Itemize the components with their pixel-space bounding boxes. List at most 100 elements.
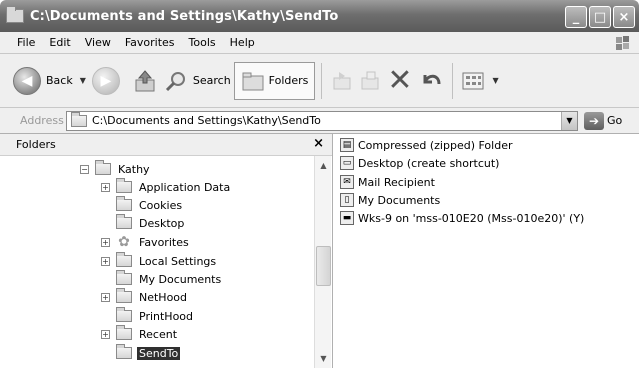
file-list: ▤ Compressed (zipped) Folder ▭ Desktop (… xyxy=(334,134,639,368)
back-button[interactable]: ◀ Back ▼ xyxy=(10,61,89,101)
tree-item-label: Favorites xyxy=(139,235,189,249)
move-to-icon xyxy=(333,71,351,89)
views-button[interactable]: ▼ xyxy=(459,61,502,101)
up-folder-button[interactable] xyxy=(129,61,161,101)
folders-icon xyxy=(242,72,264,90)
windows-logo-icon xyxy=(616,36,629,50)
menu-file[interactable]: File xyxy=(10,36,42,49)
expand-icon[interactable]: + xyxy=(101,329,110,339)
scroll-up-icon[interactable]: ▲ xyxy=(316,158,331,173)
minimize-button[interactable]: _ xyxy=(565,6,587,28)
move-to-button[interactable] xyxy=(328,61,356,101)
maximize-button[interactable]: □ xyxy=(589,6,611,28)
tree-item-desktop[interactable]: Desktop xyxy=(101,214,186,232)
collapse-icon[interactable]: − xyxy=(80,164,89,174)
copy-to-button[interactable] xyxy=(356,61,384,101)
folders-pane: Folders × − Kathy + Application Data Coo… xyxy=(0,134,333,368)
address-bar: Address C:\Documents and Settings\Kathy\… xyxy=(0,108,639,134)
tree-item-cookies[interactable]: Cookies xyxy=(101,196,184,214)
go-label: Go xyxy=(607,114,623,127)
tree-item-application-data[interactable]: + Application Data xyxy=(101,178,232,196)
file-label: Compressed (zipped) Folder xyxy=(358,138,513,152)
file-label: Desktop (create shortcut) xyxy=(358,156,500,170)
menu-edit[interactable]: Edit xyxy=(42,36,77,49)
folder-icon xyxy=(116,325,132,340)
toolbar-separator xyxy=(451,62,453,99)
expand-icon[interactable]: + xyxy=(101,256,110,266)
tree-item-label: Recent xyxy=(139,327,178,341)
go-button[interactable]: ➔ Go xyxy=(584,111,623,130)
tree-item-recent[interactable]: + Recent xyxy=(101,325,179,343)
expand-icon[interactable]: + xyxy=(101,292,110,302)
tree-item-kathy[interactable]: − Kathy xyxy=(80,160,152,178)
file-label: Mail Recipient xyxy=(358,175,435,189)
list-item[interactable]: ▯ My Documents xyxy=(340,191,440,209)
back-label: Back xyxy=(46,74,73,87)
file-label: Wks-9 on 'mss-010E20 (Mss-010e20)' (Y) xyxy=(358,211,585,225)
folders-label: Folders xyxy=(268,74,309,87)
folders-scrollbar[interactable]: ▲ ▼ xyxy=(314,156,331,368)
folder-icon xyxy=(116,307,132,322)
toolbar-separator xyxy=(321,62,323,99)
search-label: Search xyxy=(192,74,231,87)
menu-bar: File Edit View Favorites Tools Help xyxy=(0,32,639,54)
tree-item-label: Local Settings xyxy=(139,254,217,268)
mail-icon: ✉ xyxy=(340,175,354,189)
tree-item-my-documents[interactable]: My Documents xyxy=(101,270,223,288)
tree-item-label: SendTo xyxy=(137,346,181,360)
title-bar: C:\Documents and Settings\Kathy\SendTo _… xyxy=(0,0,639,32)
folders-button[interactable]: Folders xyxy=(233,61,316,100)
zip-folder-icon: ▤ xyxy=(340,138,354,152)
search-button[interactable]: Search xyxy=(161,61,234,101)
views-icon xyxy=(462,72,484,89)
tree-item-local-settings[interactable]: + Local Settings xyxy=(101,252,218,270)
undo-icon xyxy=(423,74,441,84)
window-title: C:\Documents and Settings\Kathy\SendTo xyxy=(30,8,339,24)
network-drive-icon: ▬ xyxy=(340,211,354,225)
expand-icon[interactable]: + xyxy=(101,237,110,247)
menu-view[interactable]: View xyxy=(78,36,118,49)
list-item[interactable]: ✉ Mail Recipient xyxy=(340,173,435,191)
tree-item-sendto[interactable]: SendTo xyxy=(101,344,181,362)
expand-icon[interactable]: + xyxy=(101,182,110,192)
folders-pane-header: Folders × xyxy=(0,134,332,156)
tree-item-label: NetHood xyxy=(139,290,188,304)
folders-pane-close-button[interactable]: × xyxy=(313,136,324,151)
list-item[interactable]: ▭ Desktop (create shortcut) xyxy=(340,154,499,172)
tree-item-label: Cookies xyxy=(139,198,183,212)
delete-button[interactable]: ✕ xyxy=(384,61,415,101)
back-dropdown-icon[interactable]: ▼ xyxy=(80,76,86,85)
favorites-star-icon: ✿ xyxy=(118,234,130,250)
copy-to-icon xyxy=(361,71,379,89)
tree-item-label: Application Data xyxy=(139,180,231,194)
folder-icon xyxy=(116,252,132,267)
scrollbar-thumb[interactable] xyxy=(316,246,331,286)
close-button[interactable]: × xyxy=(613,6,635,28)
scroll-down-icon[interactable]: ▼ xyxy=(316,351,331,366)
menu-help[interactable]: Help xyxy=(223,36,262,49)
list-item[interactable]: ▬ Wks-9 on 'mss-010E20 (Mss-010e20)' (Y) xyxy=(340,209,584,227)
undo-button[interactable] xyxy=(416,61,446,101)
tree-item-label: My Documents xyxy=(139,272,222,286)
views-dropdown-icon[interactable]: ▼ xyxy=(493,76,499,85)
tree-item-printhood[interactable]: PrintHood xyxy=(101,307,195,325)
folder-icon xyxy=(116,214,132,229)
window-controls: _ □ × xyxy=(565,6,635,28)
address-value: C:\Documents and Settings\Kathy\SendTo xyxy=(92,114,321,127)
folder-tree: − Kathy + Application Data Cookies Deskt… xyxy=(0,156,314,368)
folder-icon xyxy=(116,196,132,211)
list-item[interactable]: ▤ Compressed (zipped) Folder xyxy=(340,136,512,154)
up-folder-icon xyxy=(135,69,155,91)
address-dropdown-icon[interactable]: ▼ xyxy=(561,111,577,130)
toolbar: ◀ Back ▼ ▶ Search Folders ✕ ▼ xyxy=(0,54,639,108)
address-input[interactable]: C:\Documents and Settings\Kathy\SendTo ▼ xyxy=(66,110,578,131)
forward-button[interactable]: ▶ xyxy=(89,61,123,101)
tree-item-nethood[interactable]: + NetHood xyxy=(101,288,189,306)
menu-tools[interactable]: Tools xyxy=(182,36,223,49)
menu-favorites[interactable]: Favorites xyxy=(118,36,182,49)
tree-item-favorites[interactable]: + ✿ Favorites xyxy=(101,233,191,251)
